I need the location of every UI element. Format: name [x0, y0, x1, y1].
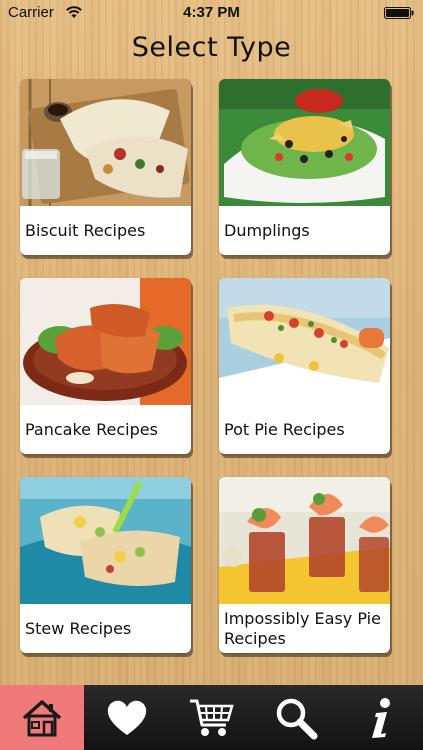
home-icon [22, 699, 62, 736]
card-label: Pot Pie Recipes [224, 419, 345, 439]
page-title: Select Type [131, 32, 292, 63]
tab-cart[interactable] [169, 685, 253, 750]
recipe-photo [20, 278, 191, 405]
tab-search[interactable] [254, 685, 338, 750]
recipe-card-stew[interactable]: Stew Recipes [20, 477, 191, 653]
recipe-card-pancake[interactable]: Pancake Recipes [20, 278, 191, 454]
tab-bar [0, 685, 423, 750]
tab-home[interactable] [0, 685, 84, 750]
battery-icon [384, 7, 414, 19]
clock: 4:37 PM [183, 4, 240, 21]
tab-info[interactable] [339, 685, 423, 750]
info-icon [372, 697, 390, 738]
card-label: Dumplings [224, 220, 310, 240]
recipe-card-dumplings[interactable]: Dumplings [219, 79, 390, 255]
recipe-card-biscuit[interactable]: Biscuit Recipes [20, 79, 191, 255]
card-label: Biscuit Recipes [25, 220, 146, 240]
card-label: Impossibly Easy Pie Recipes [224, 608, 381, 648]
card-label: Stew Recipes [25, 618, 132, 638]
recipe-card-impossibly-easy-pie[interactable]: Impossibly Easy Pie Recipes [219, 477, 390, 653]
recipe-photo [20, 79, 191, 206]
heart-icon [107, 700, 147, 735]
recipe-photo [20, 477, 191, 604]
recipe-card-pot-pie[interactable]: Pot Pie Recipes [219, 278, 390, 454]
recipe-photo [219, 477, 390, 604]
card-label: Pancake Recipes [25, 419, 158, 439]
search-icon [276, 698, 318, 739]
cart-icon [190, 699, 234, 736]
status-bar: Carrier 4:37 PM [0, 0, 423, 26]
recipe-photo [219, 79, 390, 206]
recipe-photo [219, 278, 390, 405]
tab-favorites[interactable] [85, 685, 169, 750]
